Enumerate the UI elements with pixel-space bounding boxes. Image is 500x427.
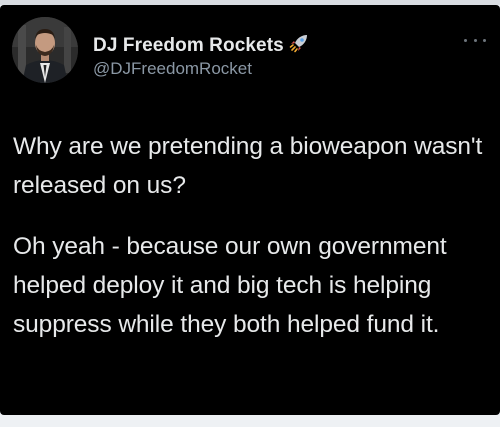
rocket-icon <box>288 32 310 60</box>
more-options-icon[interactable] <box>464 33 486 47</box>
more-dot <box>483 38 486 42</box>
more-dot <box>473 38 477 42</box>
display-name[interactable]: DJ Freedom Rockets <box>93 32 310 60</box>
tweet-text-paragraph: Oh yeah - because our own government hel… <box>13 233 447 338</box>
user-handle[interactable]: @DJFreedomRocket <box>93 59 252 79</box>
tweet-card: DJ Freedom Rockets @DJFreedomRocket Why … <box>0 5 500 415</box>
more-dot <box>464 38 467 42</box>
tweet-text-paragraph: Why are we pretending a bioweapon wasn't… <box>13 133 483 199</box>
avatar-photo <box>12 17 78 83</box>
screenshot-bottom-edge <box>0 415 500 427</box>
display-name-text[interactable]: DJ Freedom Rockets <box>93 35 284 56</box>
avatar[interactable] <box>12 17 78 83</box>
